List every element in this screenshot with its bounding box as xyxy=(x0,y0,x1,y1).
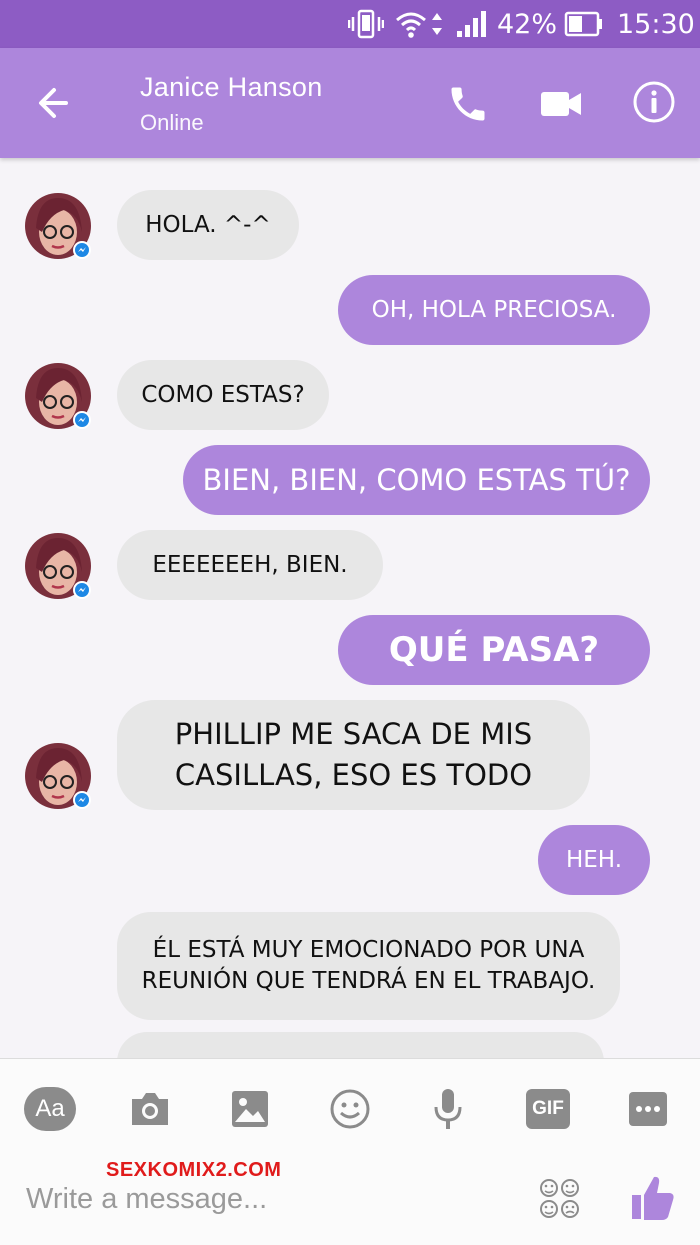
more-icon[interactable] xyxy=(622,1083,674,1135)
microphone-icon[interactable] xyxy=(422,1083,474,1135)
phone-call-icon[interactable] xyxy=(446,82,490,126)
message-bubble-outgoing[interactable]: BIEN, BIEN, COMO ESTAS TÚ? xyxy=(183,445,650,515)
message-bubble-incoming[interactable]: COMO ESTAS? xyxy=(117,360,329,430)
wifi-icon xyxy=(395,0,427,48)
battery-icon xyxy=(564,0,604,48)
message-list[interactable]: HOLA. ^-^ OH, HOLA PRECIOSA. COMO ESTAS?… xyxy=(0,158,700,1058)
message-bubble-incoming[interactable]: PHILLIP ME SACA DE MIS CASILLAS, ESO ES … xyxy=(117,700,590,810)
contact-status: Online xyxy=(140,110,204,135)
contact-avatar[interactable] xyxy=(24,362,92,430)
text-format-icon[interactable]: Aa xyxy=(24,1083,76,1135)
message-bubble-incoming[interactable]: EEEEEEEH, BIEN. xyxy=(117,530,383,600)
vibrate-icon xyxy=(348,0,384,48)
thumbs-up-icon[interactable] xyxy=(630,1173,676,1223)
message-bubble-outgoing[interactable]: QUÉ PASA? xyxy=(338,615,650,685)
gif-icon[interactable]: GIF xyxy=(522,1083,574,1135)
message-composer: Aa GIF SEXKOMIX2.COM xyxy=(0,1058,700,1245)
message-bubble-outgoing[interactable]: HEH. xyxy=(538,825,650,895)
camera-icon[interactable] xyxy=(124,1083,176,1135)
back-arrow-icon[interactable] xyxy=(30,78,80,128)
message-bubble-outgoing[interactable]: OH, HOLA PRECIOSA. xyxy=(338,275,650,345)
contact-avatar[interactable] xyxy=(24,192,92,260)
message-bubble-incoming-partial[interactable] xyxy=(117,1032,604,1058)
video-call-icon[interactable] xyxy=(540,86,582,122)
image-icon[interactable] xyxy=(224,1083,276,1135)
battery-percent: 42% xyxy=(497,8,558,40)
status-bar: 42% 15:30 xyxy=(0,0,700,48)
contact-name[interactable]: Janice Hanson xyxy=(140,72,323,103)
contact-avatar[interactable] xyxy=(24,532,92,600)
signal-icon xyxy=(456,0,490,48)
message-bubble-incoming[interactable]: ÉL ESTÁ MUY EMOCIONADO POR UNA REUNIÓN Q… xyxy=(117,912,620,1020)
data-transfer-icon xyxy=(430,0,444,48)
message-bubble-incoming[interactable]: HOLA. ^-^ xyxy=(117,190,299,260)
clock: 15:30 xyxy=(617,8,695,40)
message-input[interactable] xyxy=(26,1179,496,1219)
aa-label: Aa xyxy=(24,1087,76,1131)
gif-label: GIF xyxy=(526,1089,570,1129)
contact-avatar[interactable] xyxy=(24,742,92,810)
stickers-icon[interactable] xyxy=(538,1177,582,1221)
info-icon[interactable] xyxy=(632,80,676,124)
conversation-header: Janice Hanson Online xyxy=(0,48,700,158)
emoji-icon[interactable] xyxy=(324,1083,376,1135)
